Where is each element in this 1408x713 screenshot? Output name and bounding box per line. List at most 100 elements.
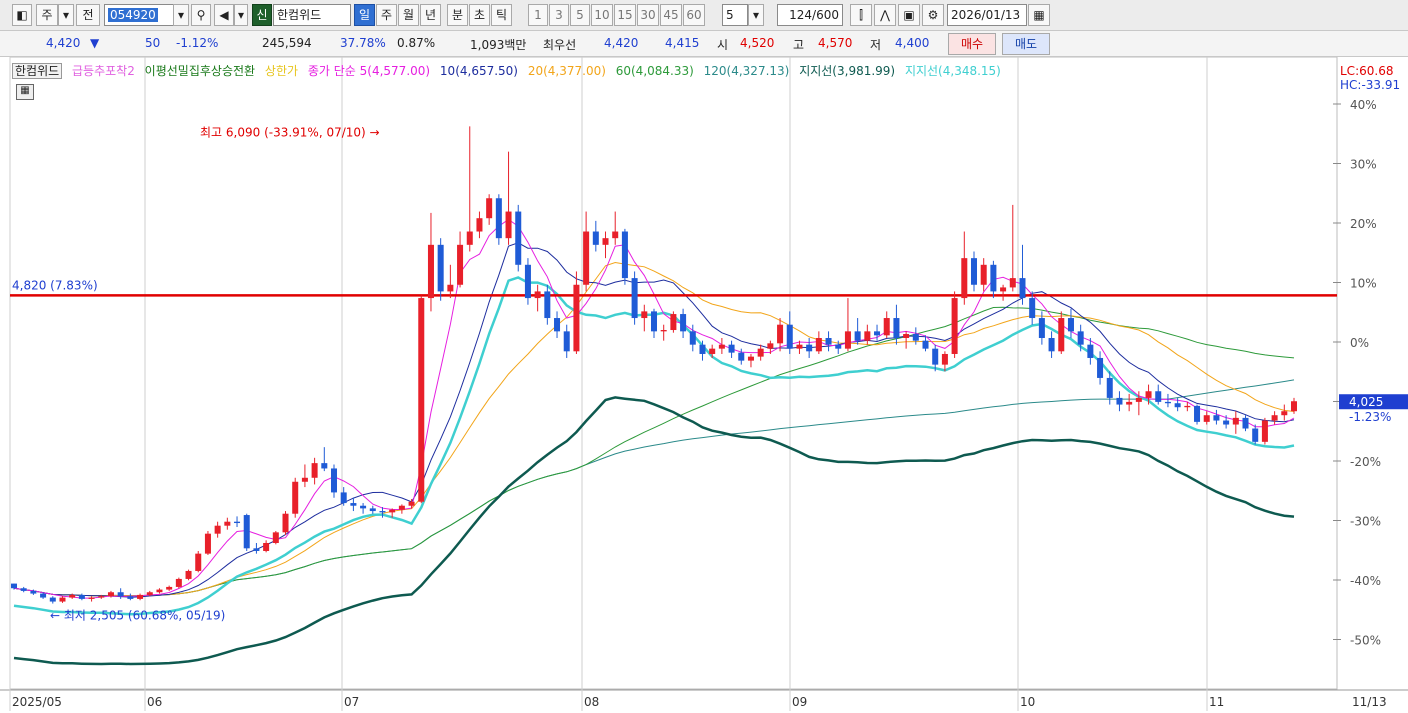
candle-body-3 [40, 593, 47, 598]
reference-hline-label: 4,820 (7.83%) [12, 278, 98, 292]
market-dropdown-icon[interactable]: ▾ [58, 4, 74, 26]
candle-body-10 [107, 592, 114, 597]
custom-interval-dropdown-icon[interactable]: ▾ [748, 4, 764, 26]
calendar-icon[interactable]: ▦ [1028, 4, 1050, 26]
legend-ma20[interactable]: 20(4,377.00) [528, 64, 606, 78]
candle-body-83 [815, 338, 822, 352]
candle-body-27 [272, 532, 279, 543]
interval-tab-30[interactable]: 30 [637, 4, 659, 26]
code-dropdown-icon[interactable]: ▾ [173, 4, 189, 26]
legend-ma10[interactable]: 10(4,657.50) [440, 64, 518, 78]
period-tab-2[interactable]: 월 [398, 4, 419, 26]
period-tab-1[interactable]: 주 [376, 4, 397, 26]
candle-body-109 [1067, 318, 1074, 332]
period-tab-3[interactable]: 년 [420, 4, 441, 26]
candle-body-110 [1077, 331, 1084, 345]
period-tab-4[interactable]: 분 [447, 4, 468, 26]
legend-ma120[interactable]: 120(4,327.13) [704, 64, 790, 78]
candle-body-100 [980, 264, 987, 285]
sell-button[interactable]: 매도 [1002, 33, 1050, 55]
legend-support-1[interactable]: 지지선(3,981.99) [799, 64, 895, 78]
month-label-1: 06 [147, 695, 162, 709]
search-icon[interactable]: ⚲ [191, 4, 211, 26]
price-chart[interactable]: 2025/05 06 07 08 09 10 11 11/13 40% 30% 20% 10% 0% -1… [0, 57, 1408, 713]
legend-indicator-1[interactable]: 급등추포착2 [72, 64, 135, 78]
low-label: 저 [870, 38, 882, 52]
volume: 245,594 [262, 36, 312, 50]
speaker-icon[interactable]: ◀ [214, 4, 234, 26]
candle-body-96 [941, 353, 948, 365]
legend-indicator-2[interactable]: 이평선밀집후상승전환 [145, 64, 255, 78]
custom-interval-input[interactable]: 5 [722, 4, 748, 26]
candle-body-19 [195, 553, 202, 571]
interval-tab-3[interactable]: 3 [549, 4, 569, 26]
save-icon[interactable]: ▣ [898, 4, 920, 26]
y-tick-label-2: 20% [1350, 217, 1377, 231]
interval-tab-60[interactable]: 60 [683, 4, 705, 26]
interval-tab-15[interactable]: 15 [614, 4, 636, 26]
candle-body-29 [292, 481, 299, 514]
candle-body-39 [389, 509, 396, 513]
interval-tab-10[interactable]: 10 [591, 4, 613, 26]
candle-body-91 [893, 318, 900, 339]
legend-ma5[interactable]: 종가 단순 5(4,577.00) [308, 64, 430, 78]
interval-tab-1[interactable]: 1 [528, 4, 548, 26]
month-label-5: 10 [1020, 695, 1035, 709]
chart-legend: 한컴위드 급등추포착2 이평선밀집후상승전환 상한가 종가 단순 5(4,577… [12, 62, 1007, 79]
candle-body-50 [495, 198, 502, 239]
gear-icon[interactable]: ⚙ [922, 4, 944, 26]
candle-body-24 [243, 515, 250, 549]
candle-body-48 [476, 218, 483, 232]
period-tab-6[interactable]: 틱 [491, 4, 512, 26]
buy-button[interactable]: 매수 [948, 33, 996, 55]
open-price: 4,520 [740, 36, 775, 50]
interval-tab-45[interactable]: 45 [660, 4, 682, 26]
candle-body-127 [1242, 417, 1249, 429]
market-button[interactable]: 주 [36, 4, 58, 26]
code-input[interactable]: 054920 [104, 4, 174, 26]
date-input[interactable]: 2026/01/13 [947, 4, 1027, 26]
candle-body-55 [544, 291, 551, 319]
candle-type-icon[interactable]: ⫿ [850, 4, 872, 26]
candle-body-52 [515, 211, 522, 265]
candle-body-108 [1058, 318, 1065, 352]
lc-label: LC:60.68 [1340, 64, 1393, 78]
candle-body-105 [1029, 298, 1036, 319]
window-toggle-icon[interactable]: ◧ [12, 4, 32, 26]
prev-button[interactable]: 전 [76, 4, 100, 26]
last-pct-label: -1.23% [1349, 410, 1391, 424]
candle-body-63 [621, 231, 628, 279]
candle-body-78 [767, 343, 774, 349]
period-tab-0[interactable]: 일 [354, 4, 375, 26]
candle-body-75 [738, 352, 745, 361]
period-tab-5[interactable]: 초 [469, 4, 490, 26]
month-label-4: 09 [792, 695, 807, 709]
stock-name-field[interactable]: 한컴위드 [273, 4, 351, 26]
last-price-label: 4,025 [1349, 395, 1383, 409]
legend-stock-name[interactable]: 한컴위드 [12, 63, 63, 79]
best-label: 최우선 [543, 38, 577, 52]
speaker-dropdown-icon[interactable]: ▾ [234, 4, 248, 26]
candle-body-125 [1223, 420, 1230, 425]
legend-support-2[interactable]: 지지선(4,348.15) [905, 64, 1001, 78]
candle-body-122 [1194, 405, 1201, 422]
candle-body-101 [990, 264, 997, 292]
interval-tab-5[interactable]: 5 [570, 4, 590, 26]
line-type-icon[interactable]: ⋀ [874, 4, 896, 26]
candle-body-21 [214, 525, 221, 534]
credit-badge[interactable]: 신 [252, 4, 272, 26]
legend-ma60[interactable]: 60(4,084.33) [616, 64, 694, 78]
low-price: 4,400 [895, 36, 930, 50]
candle-body-53 [524, 264, 531, 299]
table-toggle-icon[interactable]: ▦ [16, 84, 34, 100]
candle-body-74 [728, 344, 735, 353]
candle-body-66 [650, 311, 658, 332]
legend-indicator-3[interactable]: 상한가 [265, 64, 298, 78]
candle-body-67 [660, 330, 667, 332]
candle-body-123 [1203, 415, 1210, 422]
candle-body-121 [1184, 405, 1191, 408]
count-field[interactable]: 124/600 [777, 4, 843, 26]
open-label: 시 [717, 38, 729, 52]
candle-body-42 [418, 298, 425, 502]
candle-body-87 [854, 331, 861, 341]
